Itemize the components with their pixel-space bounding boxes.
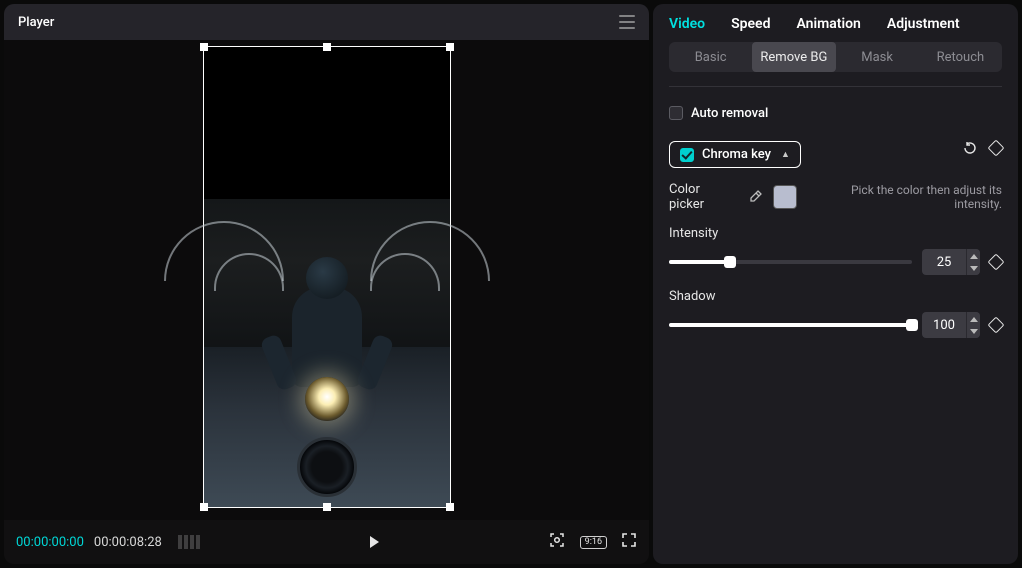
aspect-ratio-badge[interactable]: 9:16: [580, 536, 607, 549]
resize-handle[interactable]: [323, 43, 331, 51]
intensity-step-up[interactable]: [967, 249, 980, 262]
timecode-total: 00:00:08:28: [94, 535, 162, 550]
color-picker-hint: Pick the color then adjust its intensity…: [807, 183, 1002, 211]
auto-removal-label: Auto removal: [691, 106, 768, 121]
auto-removal-checkbox[interactable]: [669, 106, 683, 120]
intensity-keyframe-icon[interactable]: [988, 254, 1005, 271]
sub-tab-remove-bg[interactable]: Remove BG: [752, 42, 835, 72]
resize-handle[interactable]: [446, 503, 454, 511]
compare-view-icon[interactable]: [178, 535, 200, 549]
video-clip-frame[interactable]: [203, 46, 451, 508]
intensity-label: Intensity: [669, 226, 1002, 241]
sub-tab-retouch[interactable]: Retouch: [919, 42, 1002, 72]
resize-handle[interactable]: [200, 43, 208, 51]
color-picker-row: Color picker Pick the color then adjust …: [669, 182, 1002, 212]
timecode-current: 00:00:00:00: [16, 535, 84, 550]
sub-tab-basic[interactable]: Basic: [669, 42, 752, 72]
intensity-value-box: 25: [922, 249, 980, 275]
sub-tab-mask[interactable]: Mask: [836, 42, 919, 72]
inspector-tabs: Video Speed Animation Adjustment: [653, 4, 1018, 42]
chevron-up-icon: ▲: [781, 149, 790, 160]
tab-animation[interactable]: Animation: [796, 16, 860, 32]
remove-bg-body: Auto removal Chroma key ▲ Color picker: [653, 99, 1018, 338]
transport-bar: 00:00:00:00 00:00:08:28 9:16: [4, 520, 649, 564]
tab-video[interactable]: Video: [669, 16, 705, 32]
shadow-step-down[interactable]: [967, 325, 980, 338]
play-button[interactable]: [366, 534, 382, 550]
player-header: Player: [4, 4, 649, 40]
chroma-key-toggle[interactable]: Chroma key ▲: [669, 141, 801, 168]
crop-icon[interactable]: [548, 531, 566, 553]
tab-speed[interactable]: Speed: [731, 16, 770, 32]
shadow-block: Shadow 100: [669, 289, 1002, 338]
intensity-step-down[interactable]: [967, 262, 980, 275]
shadow-value[interactable]: 100: [922, 312, 966, 338]
player-title: Player: [18, 15, 54, 30]
keyframe-icon[interactable]: [988, 139, 1005, 156]
shadow-label: Shadow: [669, 289, 1002, 304]
shadow-slider[interactable]: [669, 323, 912, 327]
intensity-slider[interactable]: [669, 260, 912, 264]
resize-handle[interactable]: [200, 503, 208, 511]
eyedropper-icon[interactable]: [747, 189, 763, 205]
shadow-step-up[interactable]: [967, 312, 980, 325]
inspector-panel: Video Speed Animation Adjustment Basic R…: [653, 4, 1018, 564]
resize-handle[interactable]: [446, 43, 454, 51]
intensity-value[interactable]: 25: [922, 249, 966, 275]
shadow-value-box: 100: [922, 312, 980, 338]
chroma-key-checkbox[interactable]: [680, 148, 694, 162]
tab-adjustment[interactable]: Adjustment: [887, 16, 960, 32]
color-swatch[interactable]: [773, 185, 797, 209]
auto-removal-row: Auto removal: [669, 99, 1002, 127]
color-picker-label: Color picker: [669, 182, 737, 212]
clip-scene: [204, 199, 450, 507]
intensity-block: Intensity 25: [669, 226, 1002, 275]
sub-tabs: Basic Remove BG Mask Retouch: [669, 42, 1002, 72]
reset-icon[interactable]: [962, 140, 978, 156]
fullscreen-icon[interactable]: [621, 532, 637, 552]
chroma-key-label: Chroma key: [702, 147, 771, 162]
motorcycle-rider: [247, 237, 407, 497]
resize-handle[interactable]: [323, 503, 331, 511]
player-menu-icon[interactable]: [619, 15, 635, 29]
shadow-keyframe-icon[interactable]: [988, 317, 1005, 334]
divider: [669, 86, 1002, 87]
player-stage[interactable]: [4, 40, 649, 520]
player-panel: Player: [4, 4, 649, 564]
